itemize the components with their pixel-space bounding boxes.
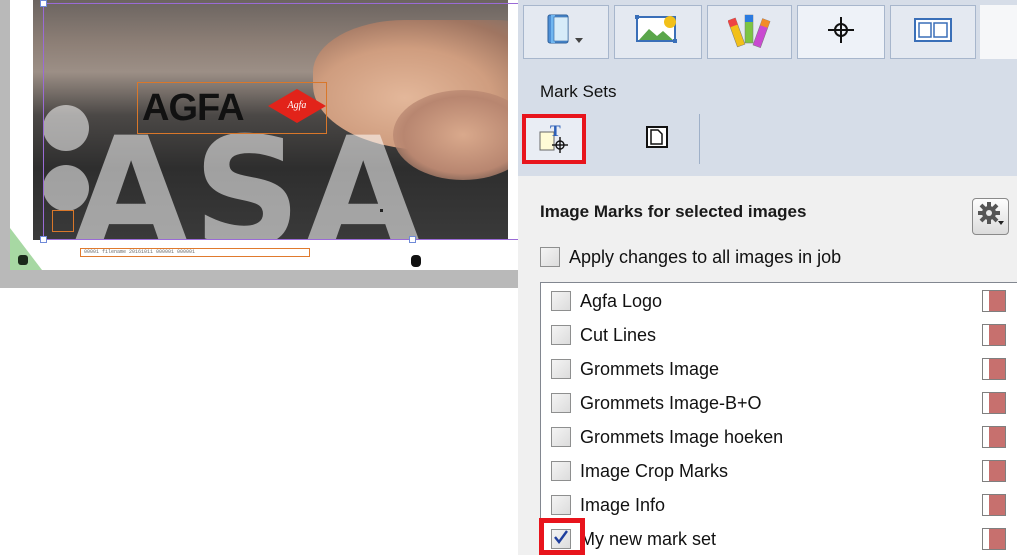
mark-set-label: Image Info xyxy=(580,494,666,515)
marker-dot xyxy=(380,209,383,212)
mark-set-label: Cut Lines xyxy=(580,324,657,345)
book-icon xyxy=(542,12,590,53)
tab-marks[interactable] xyxy=(797,5,885,59)
page-marks-icon xyxy=(644,124,670,155)
mark-set-label: Image Crop Marks xyxy=(580,460,729,481)
image-icon xyxy=(633,13,683,52)
mark-set-checkbox[interactable] xyxy=(551,495,571,515)
mark-set-checkbox[interactable] xyxy=(551,325,571,345)
subtab-text-marks[interactable]: T xyxy=(522,114,586,164)
mark-set-list: Agfa Logo Cut Lines Grommets Image Gromm… xyxy=(540,282,1017,555)
mark-set-color-swatch[interactable] xyxy=(982,460,1006,482)
mark-set-label: Grommets Image-B+O xyxy=(580,392,762,413)
crosshair-icon xyxy=(826,15,856,50)
crop-mark-square xyxy=(52,210,74,232)
tab-book[interactable] xyxy=(523,5,609,59)
grommet-mark xyxy=(411,255,421,267)
mark-set-color-swatch[interactable] xyxy=(982,358,1006,380)
mark-set-color-swatch[interactable] xyxy=(982,528,1006,550)
list-item[interactable]: Image Info xyxy=(541,488,1017,522)
apply-all-label: Apply changes to all images in job xyxy=(569,246,842,267)
list-item[interactable]: Image Crop Marks xyxy=(541,454,1017,488)
mark-set-label: Grommets Image xyxy=(580,358,720,379)
image-preview-area: ASA AGFA Agfa 00001 filename 20161011 00… xyxy=(0,0,518,555)
panel-tab-bar xyxy=(518,0,1017,64)
tab-layout[interactable] xyxy=(890,5,976,59)
tab-colors[interactable] xyxy=(707,5,792,59)
selection-frame[interactable] xyxy=(43,3,518,240)
mark-set-color-swatch[interactable] xyxy=(982,290,1006,312)
mark-set-checkbox[interactable] xyxy=(551,461,571,481)
gear-icon xyxy=(977,201,1005,232)
mark-set-color-swatch[interactable] xyxy=(982,324,1006,346)
list-item[interactable]: Grommets Image xyxy=(541,352,1017,386)
text-marks-icon: T xyxy=(536,119,572,160)
list-item[interactable]: Grommets Image-B+O xyxy=(541,386,1017,420)
mark-set-label: Agfa Logo xyxy=(580,290,663,311)
image-info-mark: 00001 filename 20161011 000001 000001 xyxy=(80,248,310,257)
mark-set-label: My new mark set xyxy=(580,528,717,549)
layout-icon xyxy=(911,15,955,50)
list-item[interactable]: Agfa Logo xyxy=(541,284,1017,318)
mark-set-color-swatch[interactable] xyxy=(982,392,1006,414)
mark-set-color-swatch[interactable] xyxy=(982,494,1006,516)
list-item[interactable]: Cut Lines xyxy=(541,318,1017,352)
tab-image[interactable] xyxy=(614,5,702,59)
settings-button[interactable] xyxy=(972,198,1009,235)
apply-all-row[interactable]: Apply changes to all images in job xyxy=(540,244,841,270)
highlight-annotation xyxy=(539,518,585,555)
grommet-mark xyxy=(18,255,28,265)
resize-handle[interactable] xyxy=(40,0,47,7)
apply-all-checkbox[interactable] xyxy=(540,247,560,267)
list-item[interactable]: Grommets Image hoeken xyxy=(541,420,1017,454)
mark-set-checkbox[interactable] xyxy=(551,291,571,311)
mark-sets-title: Mark Sets xyxy=(540,82,617,101)
resize-handle[interactable] xyxy=(409,236,416,243)
marks-panel: Mark Sets T Image Marks for selected ima… xyxy=(518,0,1017,555)
tab-bar-empty xyxy=(980,5,1017,59)
color-swatches-icon xyxy=(727,11,772,54)
mark-set-checkbox[interactable] xyxy=(551,427,571,447)
mark-set-checkbox[interactable] xyxy=(551,359,571,379)
section-heading: Image Marks for selected images xyxy=(540,202,807,221)
mark-set-label: Grommets Image hoeken xyxy=(580,426,784,447)
mark-set-color-swatch[interactable] xyxy=(982,426,1006,448)
list-item[interactable]: My new mark set xyxy=(541,522,1017,556)
mark-sets-header xyxy=(518,64,1017,176)
subtab-page-marks[interactable] xyxy=(614,114,700,164)
mark-set-checkbox[interactable] xyxy=(551,393,571,413)
resize-handle[interactable] xyxy=(40,236,47,243)
